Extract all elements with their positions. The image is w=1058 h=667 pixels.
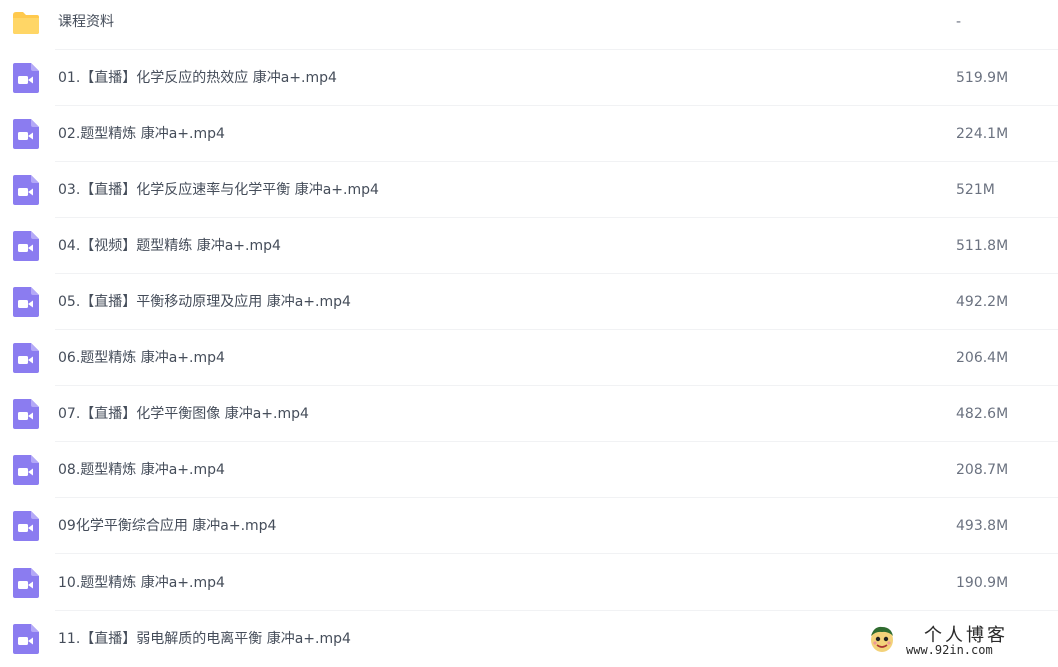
file-row[interactable]: 02.题型精炼 康冲a+.mp4 224.1M [0,106,1058,162]
video-file-icon [13,119,39,149]
file-size: 224.1M [956,126,1009,142]
file-name: 课程资料 [58,14,114,30]
file-row[interactable]: 04.【视频】题型精练 康冲a+.mp4 511.8M [0,218,1058,274]
video-file-icon [13,568,39,598]
file-row[interactable]: 03.【直播】化学反应速率与化学平衡 康冲a+.mp4 521M [0,162,1058,218]
file-row[interactable]: 05.【直播】平衡移动原理及应用 康冲a+.mp4 492.2M [0,274,1058,330]
folder-icon [13,12,39,34]
file-row[interactable]: 01.【直播】化学反应的热效应 康冲a+.mp4 519.9M [0,50,1058,106]
video-file-icon [13,511,39,541]
video-file-icon [13,399,39,429]
video-file-icon [13,455,39,485]
file-row[interactable]: 09化学平衡综合应用 康冲a+.mp4 493.8M [0,498,1058,554]
cartoon-face-icon [871,626,893,652]
watermark: 个人博客 www.92in.com [868,620,1048,660]
file-row[interactable]: 06.题型精炼 康冲a+.mp4 206.4M [0,330,1058,386]
video-file-icon [13,63,39,93]
file-name: 02.题型精炼 康冲a+.mp4 [58,126,225,142]
video-file-icon [13,624,39,654]
file-name: 05.【直播】平衡移动原理及应用 康冲a+.mp4 [58,294,351,310]
file-name: 03.【直播】化学反应速率与化学平衡 康冲a+.mp4 [58,182,379,198]
file-name: 08.题型精炼 康冲a+.mp4 [58,462,225,478]
file-size: 493.8M [956,518,1009,534]
file-name: 07.【直播】化学平衡图像 康冲a+.mp4 [58,406,309,422]
watermark-url: www.92in.com [906,643,993,657]
video-file-icon [13,175,39,205]
file-size: - [956,14,962,30]
video-file-icon [13,343,39,373]
file-size: 482.6M [956,406,1009,422]
file-size: 190.9M [956,575,1009,591]
file-name: 09化学平衡综合应用 康冲a+.mp4 [58,518,277,534]
file-size: 521M [956,182,995,198]
row-divider [55,553,1058,554]
file-name: 11.【直播】弱电解质的电离平衡 康冲a+.mp4 [58,631,351,647]
file-row[interactable]: 07.【直播】化学平衡图像 康冲a+.mp4 482.6M [0,386,1058,442]
file-size: 492.2M [956,294,1009,310]
video-file-icon [13,287,39,317]
file-size: 208.7M [956,462,1009,478]
file-name: 01.【直播】化学反应的热效应 康冲a+.mp4 [58,70,337,86]
file-size: 511.8M [956,238,1009,254]
video-file-icon [13,231,39,261]
file-name: 10.题型精炼 康冲a+.mp4 [58,575,225,591]
file-row-folder[interactable]: 课程资料 - [0,0,1058,50]
file-size: 206.4M [956,350,1009,366]
file-name: 06.题型精炼 康冲a+.mp4 [58,350,225,366]
file-name: 04.【视频】题型精练 康冲a+.mp4 [58,238,281,254]
file-row[interactable]: 10.题型精炼 康冲a+.mp4 190.9M [0,555,1058,611]
file-row[interactable]: 08.题型精炼 康冲a+.mp4 208.7M [0,442,1058,498]
file-size: 519.9M [956,70,1009,86]
